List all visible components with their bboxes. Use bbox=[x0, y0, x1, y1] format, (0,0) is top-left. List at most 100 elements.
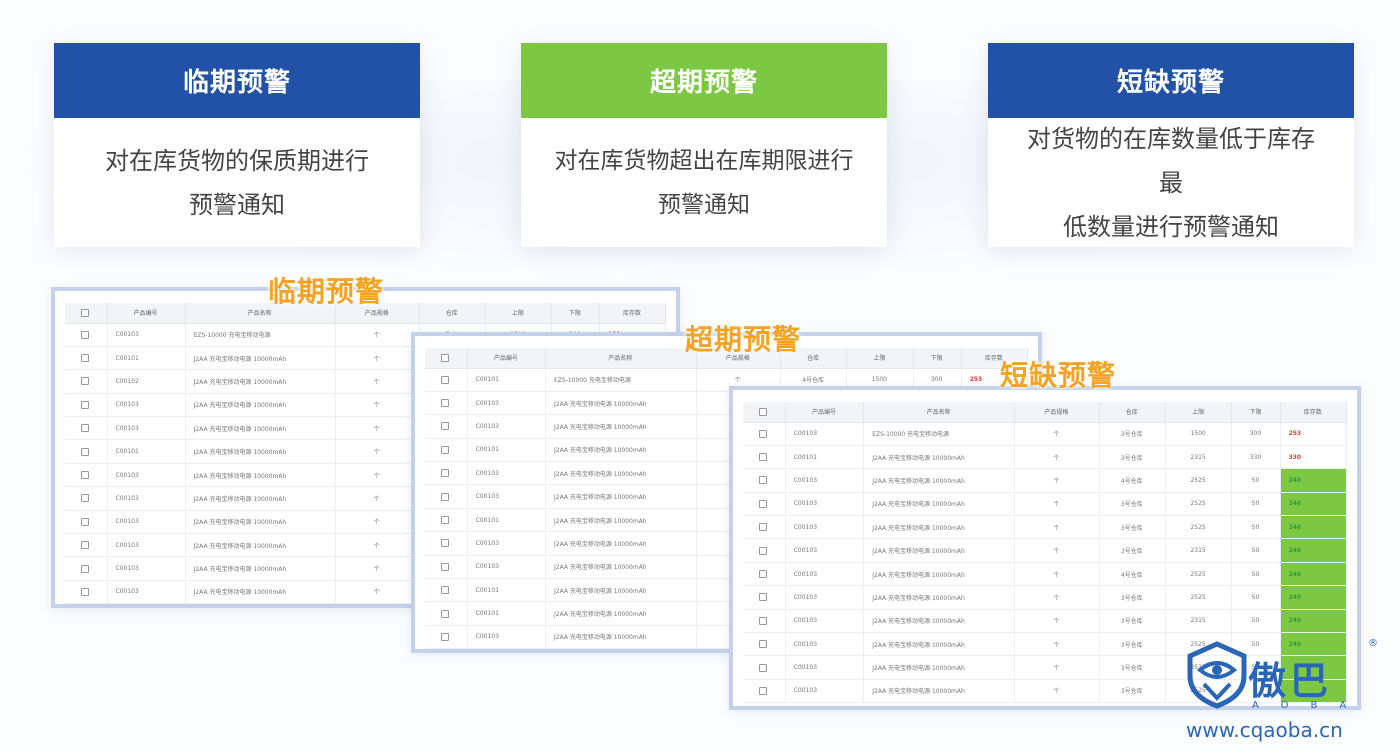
row-checkbox-cell[interactable] bbox=[65, 533, 108, 558]
checkbox-icon[interactable] bbox=[441, 516, 450, 525]
row-checkbox-cell[interactable] bbox=[425, 578, 468, 603]
product-name: J2AA 充电宝移动电源 10000mAh bbox=[545, 625, 697, 650]
product-code: C00103 bbox=[785, 562, 865, 587]
table-row[interactable]: C00103 J2AA 充电宝移动电源 10000mAh 个 3号仓库 2525 50 24… bbox=[743, 515, 1348, 540]
row-checkbox-cell[interactable] bbox=[65, 556, 108, 581]
checkbox-icon[interactable] bbox=[81, 564, 90, 573]
checkbox-icon[interactable] bbox=[81, 354, 90, 363]
product-name: J2AA 充电宝移动电源 10000mAh bbox=[185, 533, 336, 558]
row-checkbox-cell[interactable] bbox=[425, 484, 468, 509]
row-checkbox-cell[interactable] bbox=[425, 508, 468, 533]
product-spec: 个 bbox=[335, 439, 420, 464]
checkbox-icon[interactable] bbox=[759, 407, 768, 416]
select-all-checkbox[interactable] bbox=[65, 303, 108, 324]
row-checkbox-cell[interactable] bbox=[743, 492, 786, 517]
checkbox-icon[interactable] bbox=[81, 447, 90, 456]
checkbox-icon[interactable] bbox=[441, 539, 450, 548]
row-checkbox-cell[interactable] bbox=[743, 609, 786, 634]
checkbox-icon[interactable] bbox=[759, 663, 768, 672]
row-checkbox-cell[interactable] bbox=[425, 601, 468, 626]
row-checkbox-cell[interactable] bbox=[65, 346, 108, 371]
checkbox-icon[interactable] bbox=[441, 632, 450, 641]
row-checkbox-cell[interactable] bbox=[743, 538, 786, 563]
table-row[interactable]: C00103 J2AA 充电宝移动电源 10000mAh 个 3号仓库 2525 50 24… bbox=[743, 585, 1348, 610]
row-checkbox-cell[interactable] bbox=[743, 679, 786, 704]
checkbox-icon[interactable] bbox=[441, 353, 450, 362]
checkbox-icon[interactable] bbox=[81, 587, 90, 596]
checkbox-icon[interactable] bbox=[81, 517, 90, 526]
row-checkbox-cell[interactable] bbox=[425, 531, 468, 556]
row-checkbox-cell[interactable] bbox=[65, 323, 108, 347]
row-checkbox-cell[interactable] bbox=[425, 438, 468, 463]
checkbox-icon[interactable] bbox=[81, 400, 90, 409]
checkbox-icon[interactable] bbox=[759, 546, 768, 555]
table-row[interactable]: C00103 J2AA 充电宝移动电源 10000mAh 个 3号仓库 2315 50 24… bbox=[743, 538, 1348, 563]
table-row[interactable]: C00103 J2AA 充电宝移动电源 10000mAh 个 4号仓库 2525 50 24… bbox=[743, 562, 1348, 587]
row-checkbox-cell[interactable] bbox=[425, 625, 468, 650]
row-checkbox-cell[interactable] bbox=[65, 393, 108, 418]
logo-name: 傲巴 bbox=[1248, 659, 1333, 703]
row-checkbox-cell[interactable] bbox=[425, 461, 468, 486]
row-checkbox-cell[interactable] bbox=[743, 445, 786, 470]
row-checkbox-cell[interactable] bbox=[425, 368, 468, 392]
row-checkbox-cell[interactable] bbox=[65, 486, 108, 511]
checkbox-icon[interactable] bbox=[759, 476, 768, 485]
table-row[interactable]: C00103 J2AA 充电宝移动电源 10000mAh 个 4号仓库 2525 50 24… bbox=[743, 468, 1348, 493]
checkbox-icon[interactable] bbox=[441, 609, 450, 618]
table-row[interactable]: C00103 J2AA 充电宝移动电源 10000mAh 个 3号仓库 2525 50 24… bbox=[743, 492, 1348, 517]
checkbox-icon[interactable] bbox=[759, 523, 768, 532]
row-checkbox-cell[interactable] bbox=[425, 391, 468, 416]
row-checkbox-cell[interactable] bbox=[65, 463, 108, 488]
checkbox-icon[interactable] bbox=[441, 492, 450, 501]
checkbox-icon[interactable] bbox=[441, 562, 450, 571]
row-checkbox-cell[interactable] bbox=[743, 632, 786, 657]
product-code: C00102 bbox=[107, 369, 186, 394]
table-row[interactable]: C00103EZS-10000 充电宝移动电源个3号仓库1500300253 bbox=[743, 422, 1348, 446]
checkbox-icon[interactable] bbox=[441, 586, 450, 595]
checkbox-icon[interactable] bbox=[441, 422, 450, 431]
row-checkbox-cell[interactable] bbox=[743, 422, 786, 446]
row-checkbox-cell[interactable] bbox=[743, 655, 786, 680]
checkbox-icon[interactable] bbox=[759, 429, 768, 438]
product-name: EZS-10000 充电宝移动电源 bbox=[545, 368, 697, 392]
row-checkbox-cell[interactable] bbox=[425, 414, 468, 439]
checkbox-icon[interactable] bbox=[81, 471, 90, 480]
checkbox-icon[interactable] bbox=[441, 445, 450, 454]
checkbox-icon[interactable] bbox=[759, 499, 768, 508]
row-checkbox-cell[interactable] bbox=[743, 562, 786, 587]
checkbox-icon[interactable] bbox=[81, 308, 90, 317]
checkbox-icon[interactable] bbox=[759, 593, 768, 602]
product-code: C00103 bbox=[467, 461, 546, 486]
checkbox-icon[interactable] bbox=[759, 616, 768, 625]
checkbox-icon[interactable] bbox=[81, 330, 90, 339]
checkbox-icon[interactable] bbox=[81, 494, 90, 503]
row-checkbox-cell[interactable] bbox=[743, 585, 786, 610]
row-checkbox-cell[interactable] bbox=[65, 580, 108, 605]
checkbox-icon[interactable] bbox=[759, 453, 768, 462]
checkbox-icon[interactable] bbox=[759, 570, 768, 579]
table-row[interactable]: C00101 J2AA 充电宝移动电源 10000mAh 个 3号仓库 2315 330 3… bbox=[743, 445, 1348, 470]
checkbox-icon[interactable] bbox=[81, 424, 90, 433]
checkbox-icon[interactable] bbox=[81, 541, 90, 550]
row-checkbox-cell[interactable] bbox=[743, 468, 786, 493]
row-checkbox-cell[interactable] bbox=[743, 515, 786, 540]
table-row[interactable]: C00103 J2AA 充电宝移动电源 10000mAh 个 3号仓库 2315 50 24… bbox=[743, 609, 1348, 634]
product-spec: 个 bbox=[1014, 468, 1100, 493]
row-checkbox-cell[interactable] bbox=[65, 439, 108, 464]
row-checkbox-cell[interactable] bbox=[65, 510, 108, 535]
checkbox-icon[interactable] bbox=[81, 377, 90, 386]
product-name: J2AA 充电宝移动电源 10000mAh bbox=[545, 438, 697, 463]
logo-url[interactable]: www.cqaoba.cn bbox=[1186, 718, 1343, 742]
product-spec: 个 bbox=[1014, 562, 1100, 587]
checkbox-icon[interactable] bbox=[759, 686, 768, 695]
checkbox-icon[interactable] bbox=[441, 469, 450, 478]
checkbox-icon[interactable] bbox=[441, 375, 450, 384]
checkbox-icon[interactable] bbox=[759, 640, 768, 649]
warehouse: 4号仓库 bbox=[1099, 468, 1166, 493]
select-all-checkbox[interactable] bbox=[743, 402, 786, 423]
row-checkbox-cell[interactable] bbox=[65, 369, 108, 394]
checkbox-icon[interactable] bbox=[441, 399, 450, 408]
row-checkbox-cell[interactable] bbox=[425, 555, 468, 580]
select-all-checkbox[interactable] bbox=[425, 348, 468, 369]
row-checkbox-cell[interactable] bbox=[65, 416, 108, 441]
